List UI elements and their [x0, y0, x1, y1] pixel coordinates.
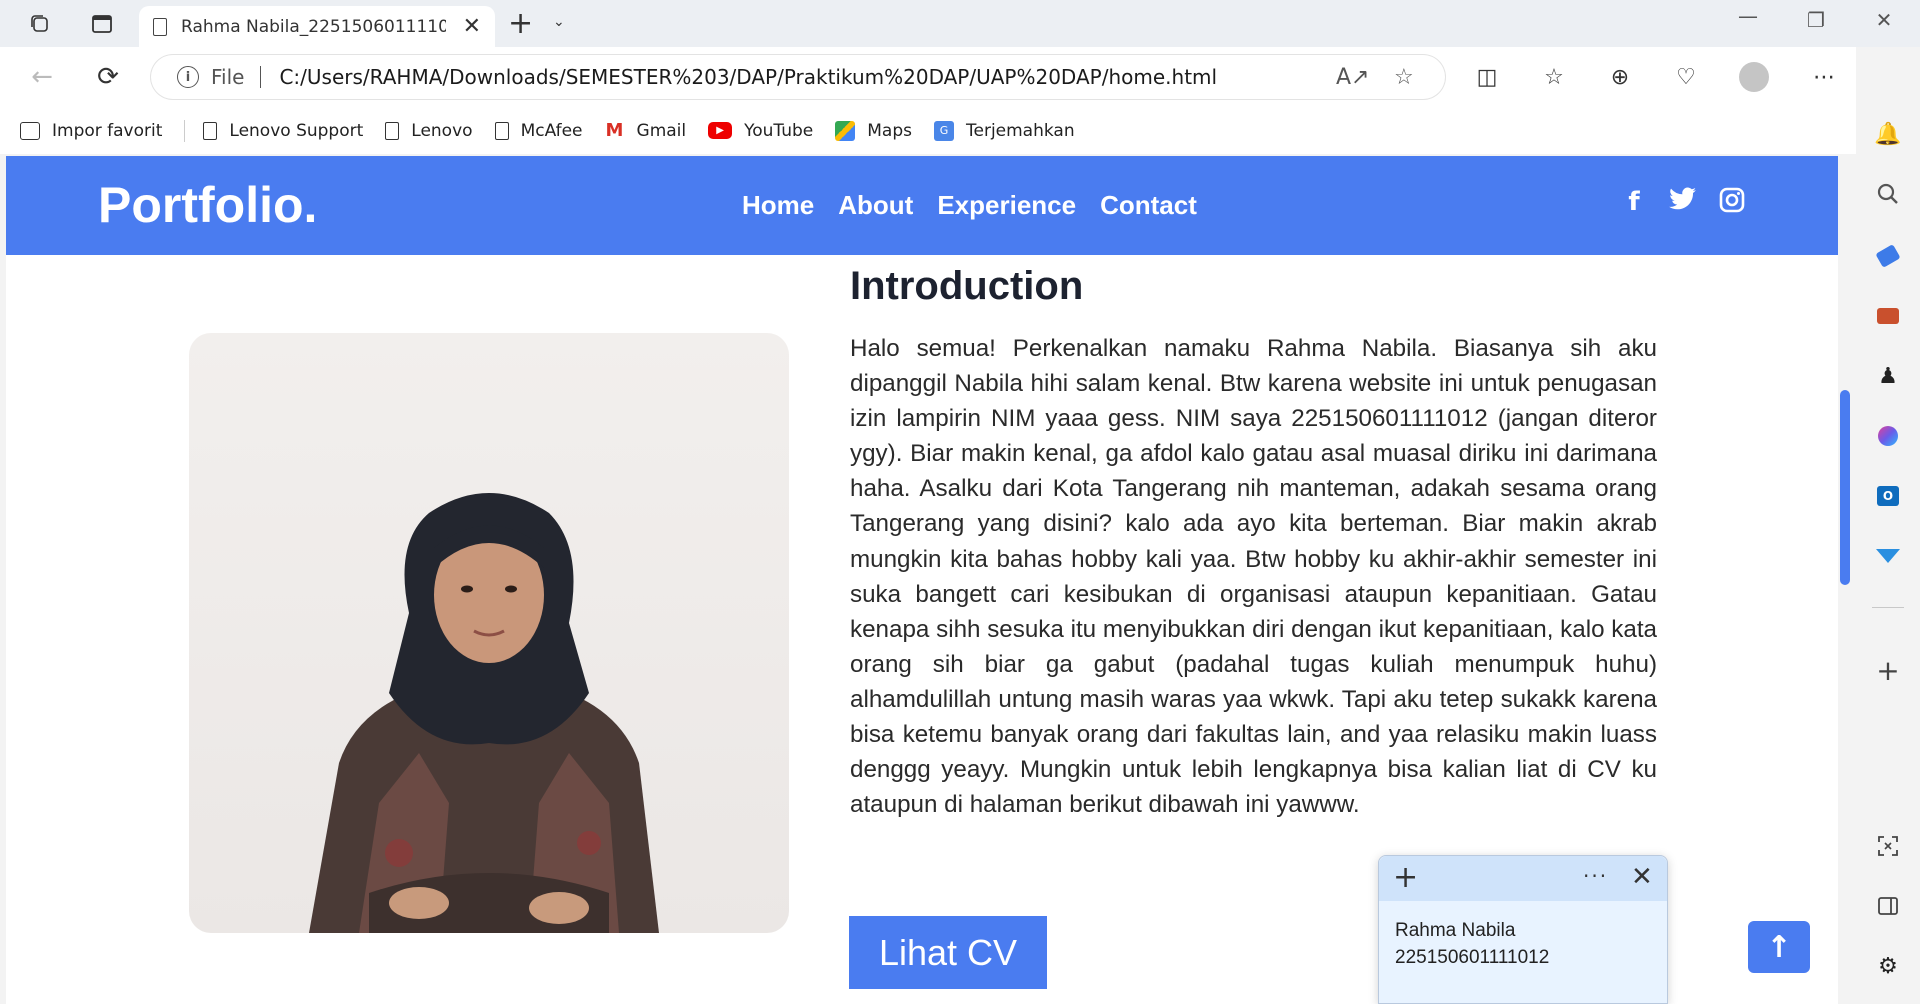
tab-bar: Rahma Nabila_225150601111012 ✕ + ⌄ — ❐ ✕: [0, 0, 1920, 47]
address-separator: [260, 66, 262, 88]
new-tab-button[interactable]: +: [508, 6, 533, 41]
search-icon[interactable]: [1873, 179, 1903, 209]
tools-briefcase-icon[interactable]: [1873, 301, 1903, 331]
add-sidebar-app-icon[interactable]: +: [1873, 654, 1903, 687]
back-to-top-button[interactable]: ↑: [1748, 921, 1810, 973]
intro-title: Introduction: [850, 264, 1084, 308]
nav-about[interactable]: About: [838, 190, 913, 221]
import-icon: [20, 121, 40, 140]
nav-experience[interactable]: Experience: [937, 190, 1076, 221]
favorite-youtube[interactable]: ▶ YouTube: [708, 121, 813, 141]
shopping-tag-icon[interactable]: [1873, 241, 1903, 271]
read-aloud-icon[interactable]: A↗: [1336, 65, 1369, 90]
restore-icon[interactable]: ❐: [1796, 8, 1836, 32]
games-icon[interactable]: ♟: [1873, 361, 1903, 391]
back-button[interactable]: ←: [26, 61, 58, 93]
drop-icon[interactable]: [1873, 541, 1903, 571]
page-icon: [153, 17, 167, 36]
tab-title: Rahma Nabila_225150601111012: [181, 16, 446, 37]
favorite-label: Lenovo: [411, 120, 473, 141]
settings-gear-icon[interactable]: ⚙: [1873, 951, 1903, 981]
more-options-icon[interactable]: ···: [1583, 864, 1608, 888]
translate-icon: G: [934, 120, 954, 141]
instagram-icon[interactable]: [1717, 187, 1747, 220]
minimize-icon[interactable]: —: [1728, 4, 1768, 28]
page-icon: [385, 121, 400, 140]
outlook-icon[interactable]: O: [1873, 481, 1903, 511]
intro-paragraph: Halo semua! Perkenalkan namaku Rahma Nab…: [850, 335, 1657, 819]
note-line: Rahma Nabila: [1395, 920, 1516, 941]
favorites-separator: [184, 119, 186, 142]
youtube-icon: ▶: [708, 122, 733, 139]
page-icon: [203, 121, 218, 140]
profile-avatar[interactable]: [1738, 61, 1770, 93]
favorite-translate[interactable]: G Terjemahkan: [934, 120, 1075, 141]
favorite-label: Lenovo Support: [229, 120, 364, 141]
favorite-lenovo-support[interactable]: Lenovo Support: [203, 121, 363, 141]
favorite-import[interactable]: Impor favorit: [20, 121, 162, 141]
info-icon[interactable]: i: [177, 66, 199, 88]
url-text[interactable]: C:/Users/RAHMA/Downloads/SEMESTER%203/DA…: [279, 65, 1217, 89]
close-tab-icon[interactable]: ✕: [463, 14, 481, 39]
split-screen-icon[interactable]: ◫: [1471, 61, 1503, 93]
collections-icon[interactable]: ⊕: [1604, 61, 1636, 93]
microsoft-365-icon[interactable]: [1873, 421, 1903, 451]
favorite-label: YouTube: [744, 120, 814, 141]
facebook-icon[interactable]: f: [1619, 187, 1649, 217]
close-note-icon[interactable]: ✕: [1631, 862, 1653, 892]
notification-bell-icon[interactable]: 🔔: [1873, 119, 1903, 149]
sticky-note-body[interactable]: Rahma Nabila 225150601111012: [1379, 901, 1667, 987]
workspaces-icon[interactable]: [26, 10, 54, 38]
page-scrollbar[interactable]: [1840, 390, 1850, 585]
file-label: File: [211, 65, 245, 89]
more-menu-icon[interactable]: ⋯: [1808, 61, 1840, 93]
favorite-label: Gmail: [636, 120, 687, 141]
favorite-star-icon[interactable]: ☆: [1394, 65, 1414, 90]
view-cv-button[interactable]: Lihat CV: [849, 916, 1047, 989]
site-nav: Home About Experience Contact: [742, 190, 1197, 221]
favorite-label: Maps: [867, 120, 912, 141]
favorite-lenovo[interactable]: Lenovo: [385, 120, 473, 141]
favorite-label: Impor favorit: [52, 120, 163, 141]
sticky-note-toolbar: + ··· ✕: [1379, 856, 1667, 901]
twitter-icon[interactable]: [1668, 187, 1698, 218]
favorites-bar: Impor favorit Lenovo Support Lenovo McAf…: [0, 107, 1920, 154]
sidebar-toggle-icon[interactable]: [1873, 891, 1903, 921]
favorite-gmail[interactable]: M Gmail: [605, 120, 687, 141]
favorite-label: McAfee: [520, 120, 583, 141]
close-window-icon[interactable]: ✕: [1864, 8, 1904, 32]
edge-sidebar: 🔔 ♟ O + ⚙: [1856, 47, 1920, 1004]
gmail-icon: M: [605, 120, 624, 141]
nav-contact[interactable]: Contact: [1100, 190, 1197, 221]
favorite-mcafee[interactable]: McAfee: [494, 120, 583, 141]
site-brand[interactable]: Portfolio.: [98, 176, 317, 234]
screenshot-icon[interactable]: [1873, 831, 1903, 861]
sticky-note-window: + ··· ✕ Rahma Nabila 225150601111012: [1378, 855, 1668, 1004]
site-header: Portfolio. Home About Experience Contact…: [6, 156, 1838, 255]
maps-icon: [835, 120, 856, 141]
tab-actions-chevron-icon[interactable]: ⌄: [553, 14, 565, 30]
favorite-label: Terjemahkan: [966, 120, 1075, 141]
nav-home[interactable]: Home: [742, 190, 814, 221]
browser-essentials-icon[interactable]: ♡: [1670, 61, 1702, 93]
page-icon: [494, 121, 509, 140]
address-bar[interactable]: i File C:/Users/RAHMA/Downloads/SEMESTER…: [151, 55, 1445, 99]
address-toolbar: ← ⟳ i File C:/Users/RAHMA/Downloads/SEME…: [0, 47, 1920, 107]
refresh-button[interactable]: ⟳: [92, 61, 124, 93]
favorite-maps[interactable]: Maps: [835, 120, 912, 141]
favorites-icon[interactable]: ☆: [1538, 61, 1570, 93]
add-note-icon[interactable]: +: [1393, 860, 1418, 895]
active-tab[interactable]: Rahma Nabila_225150601111012 ✕: [139, 6, 495, 47]
vertical-tabs-icon[interactable]: [88, 10, 116, 38]
sidebar-separator: [1872, 607, 1904, 608]
profile-photo: [189, 333, 789, 933]
note-line: 225150601111012: [1395, 947, 1550, 968]
